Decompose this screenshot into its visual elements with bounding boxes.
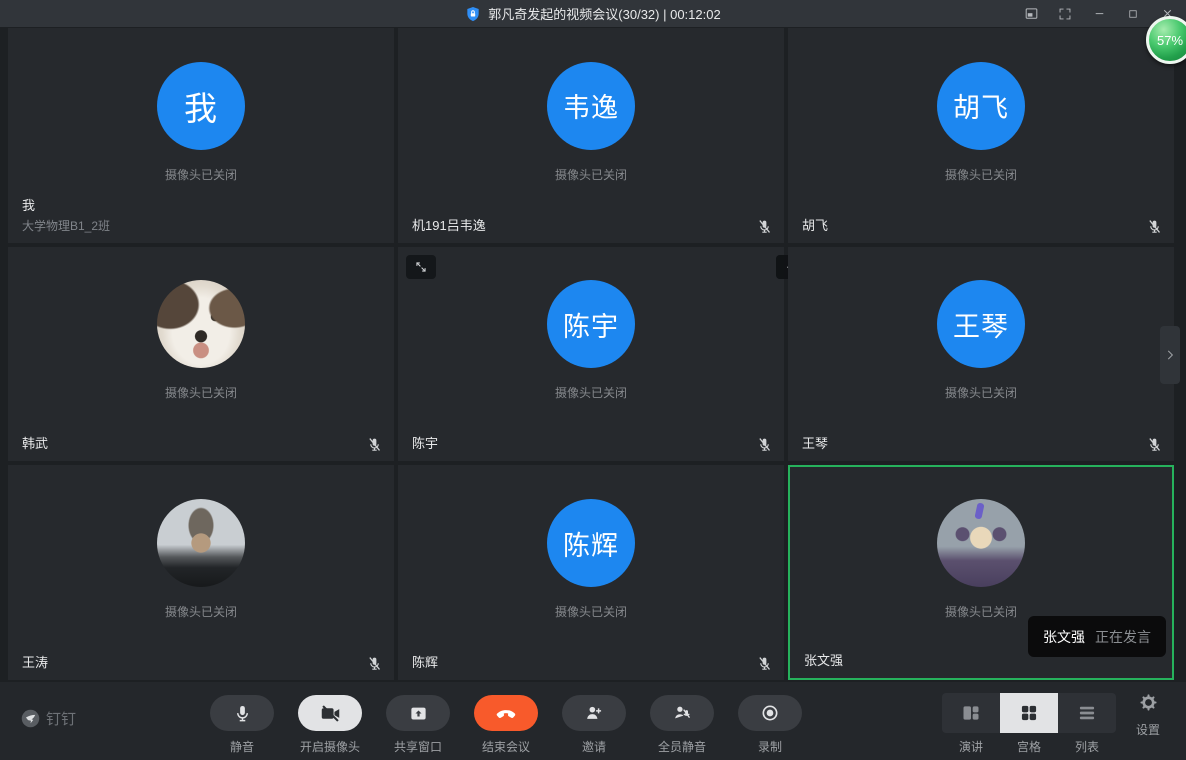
speaker-view-button[interactable] [942,693,1000,733]
camera-off-label: 摄像头已关闭 [945,166,1017,183]
meeting-title: 郭凡奇发起的视频会议(30/32) | 00:12:02 [488,4,720,23]
mic-icon [233,704,252,723]
avatar: 陈宇 [547,280,635,368]
speaker-view-icon [961,703,981,723]
avatar: 王琴 [937,280,1025,368]
grid-view-button[interactable] [1000,693,1058,733]
record-button[interactable]: 录制 [738,695,802,755]
mic-muted-icon [757,437,772,452]
mic-muted-icon [1147,437,1162,452]
avatar: 胡飞 [937,62,1025,150]
list-view-label: 列表 [1058,738,1116,755]
meeting-title-area: 郭凡奇发起的视频会议(30/32) | 00:12:02 [0,0,1186,27]
participant-name: 机191吕韦逸 [412,217,486,234]
avatar: 陈辉 [547,499,635,587]
invite-button[interactable]: 邀请 [562,695,626,755]
end-call-icon [495,702,517,724]
mic-muted-icon [1147,219,1162,234]
layout-switcher [942,693,1116,733]
gear-icon [1139,693,1158,712]
grid-view-label: 宫格 [1000,738,1058,755]
mute-all-icon [672,703,692,723]
brand-area: 钉钉 [20,708,76,729]
layout-switcher-labels: 演讲 宫格 列表 [942,738,1116,755]
avatar-photo [157,499,245,587]
mic-muted-icon [367,656,382,671]
participant-name: 韩武 [22,435,48,452]
participant-name: 陈辉 [412,654,438,671]
camera-off-label: 摄像头已关闭 [945,384,1017,401]
mic-muted-icon [757,219,772,234]
invite-person-icon [584,703,604,723]
video-tile-hovered[interactable]: ··· 陈宇 摄像头已关闭 陈宇 [398,247,784,462]
video-tile[interactable]: 胡飞 摄像头已关闭 胡飞 [788,28,1174,243]
avatar-photo [157,280,245,368]
settings-button[interactable]: 设置 [1128,693,1168,738]
call-controls: 静音 开启摄像头 共享窗口 结束会议 邀请 全员静音 录制 [210,695,802,755]
avatar-photo [937,499,1025,587]
participant-name: 我 [22,197,110,214]
mute-all-button[interactable]: 全员静音 [650,695,714,755]
open-side-panel-button[interactable] [1160,326,1180,384]
video-tile[interactable]: 摄像头已关闭 韩武 [8,247,394,462]
pip-mode-icon[interactable] [1022,5,1040,23]
end-meeting-button[interactable]: 结束会议 [474,695,538,755]
mic-muted-icon [757,656,772,671]
video-tile-self[interactable]: 我 摄像头已关闭 我 大学物理B1_2班 [8,28,394,243]
percentage-value: 57% [1157,33,1183,48]
participant-name: 陈宇 [412,435,438,452]
speaking-participant-name: 张文强 [1043,627,1085,647]
shield-lock-icon [465,6,481,22]
share-window-button[interactable]: 共享窗口 [386,695,450,755]
camera-off-label: 摄像头已关闭 [945,603,1017,620]
title-bar: 郭凡奇发起的视频会议(30/32) | 00:12:02 [0,0,1186,27]
video-tile-speaking[interactable]: 摄像头已关闭 张文强 张文强 正在发言 [788,465,1174,680]
percentage-badge[interactable]: 57% [1146,16,1186,64]
video-tile[interactable]: 陈辉 摄像头已关闭 陈辉 [398,465,784,680]
video-tile[interactable]: 王琴 摄像头已关闭 王琴 [788,247,1174,462]
minimize-icon[interactable] [1090,5,1108,23]
camera-off-label: 摄像头已关闭 [555,603,627,620]
video-tile[interactable]: 韦逸 摄像头已关闭 机191吕韦逸 [398,28,784,243]
video-tile[interactable]: 摄像头已关闭 王涛 [8,465,394,680]
participant-org: 大学物理B1_2班 [22,217,110,234]
fullscreen-icon[interactable] [1056,5,1074,23]
list-view-button[interactable] [1058,693,1116,733]
participant-name: 胡飞 [802,217,828,234]
bottom-toolbar: 钉钉 静音 开启摄像头 共享窗口 结束会议 邀请 全员静音 录制 [0,682,1186,760]
maximize-icon[interactable] [1124,5,1142,23]
participant-grid: 我 摄像头已关闭 我 大学物理B1_2班 韦逸 摄像头已关闭 机191吕韦逸 胡… [8,28,1174,680]
share-window-icon [409,704,428,723]
dingtalk-logo-icon [20,708,41,729]
mute-button[interactable]: 静音 [210,695,274,755]
avatar: 韦逸 [547,62,635,150]
speaking-status-label: 正在发言 [1095,627,1151,647]
chevron-right-icon [1163,348,1177,362]
participant-name: 王涛 [22,654,48,671]
camera-toggle-button[interactable]: 开启摄像头 [298,695,362,755]
camera-off-icon [320,703,341,724]
camera-off-label: 摄像头已关闭 [555,384,627,401]
participant-name: 王琴 [802,435,828,452]
participant-name: 张文强 [804,652,843,669]
avatar: 我 [157,62,245,150]
grid-view-icon [1019,703,1039,723]
list-view-icon [1077,703,1097,723]
brand-label: 钉钉 [46,708,76,729]
speaker-view-label: 演讲 [942,738,1000,755]
record-icon [760,703,780,723]
camera-off-label: 摄像头已关闭 [165,384,237,401]
camera-off-label: 摄像头已关闭 [165,166,237,183]
camera-off-label: 摄像头已关闭 [165,603,237,620]
speaking-tooltip: 张文强 正在发言 [1028,616,1166,657]
mic-muted-icon [367,437,382,452]
camera-off-label: 摄像头已关闭 [555,166,627,183]
